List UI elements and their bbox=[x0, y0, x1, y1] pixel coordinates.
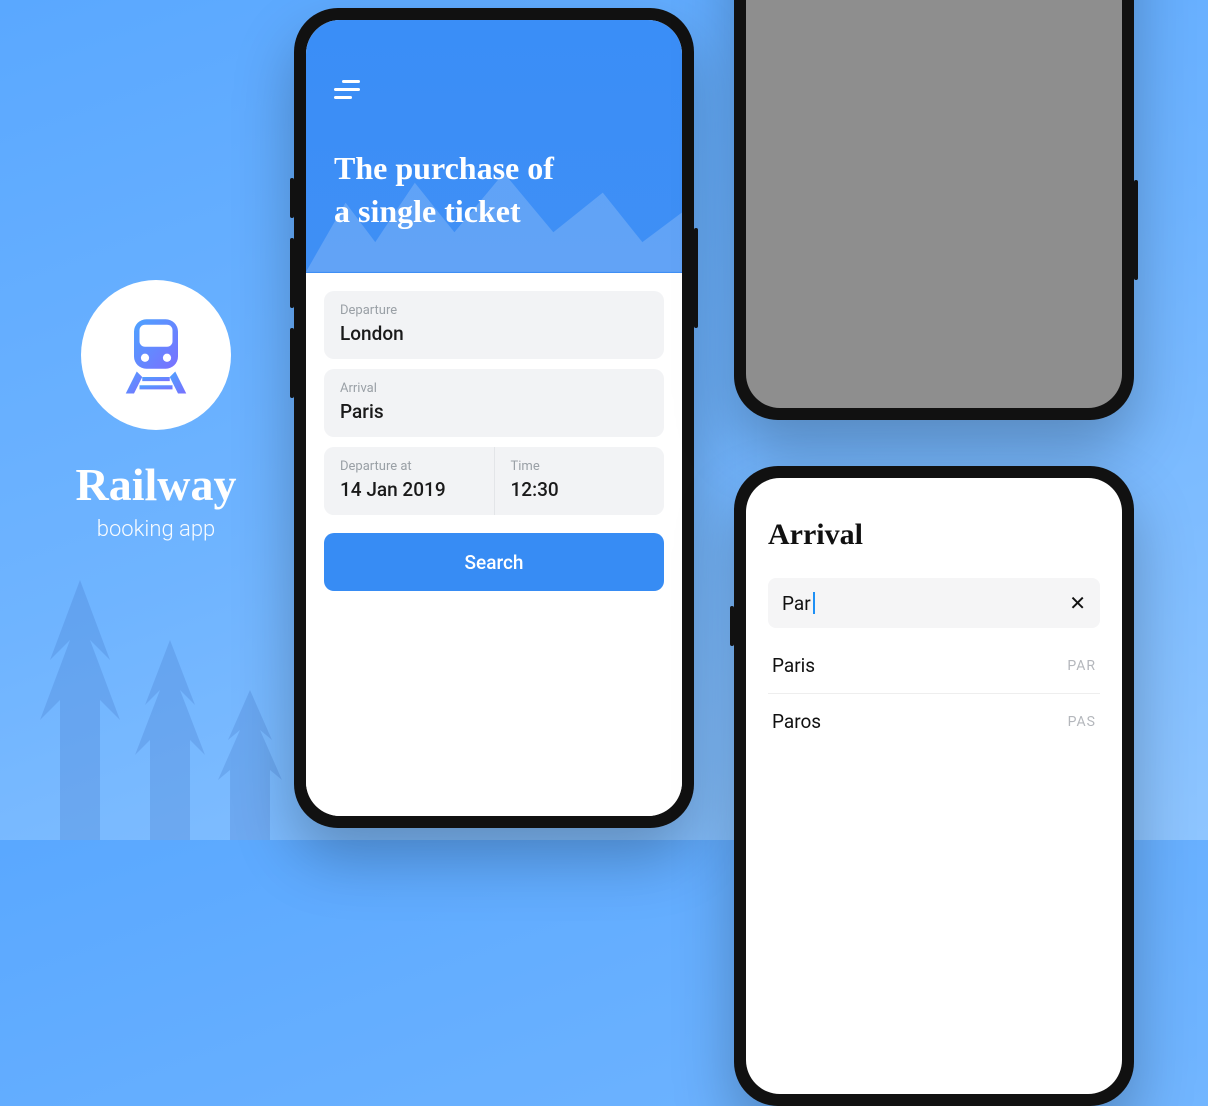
arrival-result[interactable]: Paros PAS bbox=[768, 694, 1100, 749]
brand-block: Railway booking app bbox=[46, 280, 266, 542]
departure-value: London bbox=[340, 322, 648, 345]
time-value: 12:30 bbox=[511, 478, 649, 501]
app-logo bbox=[81, 280, 231, 430]
time-label: Time bbox=[511, 459, 649, 474]
arrival-field[interactable]: Arrival Paris bbox=[324, 369, 664, 437]
brand-subtitle: booking app bbox=[97, 517, 215, 542]
date-label: Departure at bbox=[340, 459, 478, 474]
arrival-search-value: Par bbox=[782, 592, 811, 615]
arrival-title: Arrival bbox=[768, 518, 1100, 552]
arrival-result[interactable]: Paris PAR bbox=[768, 638, 1100, 694]
arrival-result-code: PAS bbox=[1068, 714, 1096, 730]
phone-calendar: 202122232425262728293031123456789 Cancel… bbox=[734, 0, 1134, 420]
booking-hero: The purchase of a single ticket bbox=[306, 20, 682, 273]
booking-form: Departure London Arrival Paris Departure… bbox=[306, 273, 682, 816]
arrival-result-name: Paris bbox=[772, 654, 815, 677]
arrival-label: Arrival bbox=[340, 381, 648, 396]
arrival-search-input[interactable]: Par ✕ bbox=[768, 578, 1100, 628]
menu-icon[interactable] bbox=[334, 80, 360, 99]
phone-arrival-search: Arrival Par ✕ Paris PAR Paros PAS bbox=[734, 466, 1134, 1106]
clear-icon[interactable]: ✕ bbox=[1069, 591, 1086, 615]
arrival-result-name: Paros bbox=[772, 710, 821, 733]
arrival-value: Paris bbox=[340, 400, 648, 423]
page-title: The purchase of a single ticket bbox=[334, 147, 654, 233]
departure-label: Departure bbox=[340, 303, 648, 318]
time-field[interactable]: Time 12:30 bbox=[494, 447, 665, 515]
date-field[interactable]: Departure at 14 Jan 2019 bbox=[324, 447, 494, 515]
phone-booking: The purchase of a single ticket Departur… bbox=[294, 8, 694, 828]
departure-field[interactable]: Departure London bbox=[324, 291, 664, 359]
arrival-results: Paris PAR Paros PAS bbox=[768, 638, 1100, 749]
arrival-result-code: PAR bbox=[1067, 658, 1096, 674]
brand-title: Railway bbox=[76, 458, 237, 511]
date-value: 14 Jan 2019 bbox=[340, 478, 478, 501]
search-button[interactable]: Search bbox=[324, 533, 664, 591]
